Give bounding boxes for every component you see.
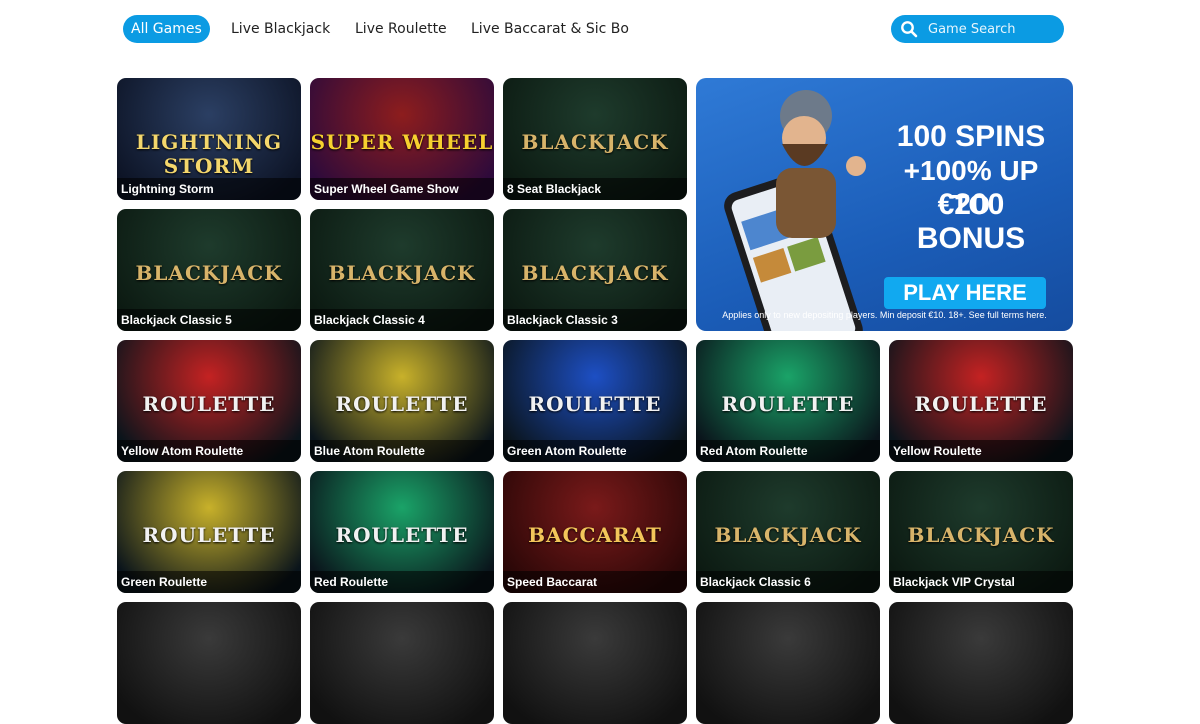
game-title: Blackjack VIP Crystal <box>889 571 1073 593</box>
promo-banner[interactable]: 100 SPINS +100% UP TO €200 BONUS PLAY HE… <box>696 78 1073 331</box>
promo-line-amount: €200 <box>937 188 1005 221</box>
game-tile[interactable] <box>503 602 687 724</box>
game-tile[interactable]: ROULETTE Blue Atom Roulette <box>310 340 494 462</box>
game-tile[interactable]: BLACKJACK Blackjack Classic 5 <box>117 209 301 331</box>
game-logo-text: ROULETTE <box>721 392 855 416</box>
game-logo-text: ROULETTE <box>142 523 276 547</box>
game-tile[interactable]: ROULETTE Green Atom Roulette <box>503 340 687 462</box>
game-logo-text: ROULETTE <box>914 392 1048 416</box>
game-tile[interactable]: LIGHTNING STORM Lightning Storm <box>117 78 301 200</box>
game-tile[interactable]: ROULETTE Green Roulette <box>117 471 301 593</box>
promo-line-spins: 100 SPINS <box>896 120 1046 153</box>
game-title: Super Wheel Game Show <box>310 178 494 200</box>
game-tile[interactable]: BLACKJACK Blackjack VIP Crystal <box>889 471 1073 593</box>
promo-terms[interactable]: Applies only to new depositing players. … <box>704 310 1065 320</box>
game-logo-text: BLACKJACK <box>521 261 669 285</box>
game-title: Blackjack Classic 3 <box>503 309 687 331</box>
game-title: Blue Atom Roulette <box>310 440 494 462</box>
game-thumbnail <box>696 602 880 724</box>
game-tile[interactable] <box>117 602 301 724</box>
game-tile[interactable]: ROULETTE Red Roulette <box>310 471 494 593</box>
game-tile[interactable]: BLACKJACK 8 Seat Blackjack <box>503 78 687 200</box>
promo-line-bonus: BONUS <box>916 222 1026 255</box>
game-logo-text: SUPER WHEEL <box>310 130 494 154</box>
game-logo-text: BLACKJACK <box>328 261 476 285</box>
game-title: Blackjack Classic 4 <box>310 309 494 331</box>
search-icon <box>901 21 918 38</box>
game-title: Lightning Storm <box>117 178 301 200</box>
game-tile[interactable]: ROULETTE Yellow Roulette <box>889 340 1073 462</box>
game-logo-text: BLACKJACK <box>521 130 669 154</box>
game-tile[interactable] <box>889 602 1073 724</box>
game-thumbnail <box>503 602 687 724</box>
game-logo-text: ROULETTE <box>335 523 469 547</box>
tab-live-baccarat-sic-bo[interactable]: Live Baccarat & Sic Bo <box>463 15 637 43</box>
game-logo-text: BACCARAT <box>528 523 662 547</box>
game-title: 8 Seat Blackjack <box>503 178 687 200</box>
game-logo-text: BLACKJACK <box>714 523 862 547</box>
play-here-button[interactable]: PLAY HERE <box>884 277 1046 309</box>
game-title: Yellow Atom Roulette <box>117 440 301 462</box>
game-thumbnail <box>889 602 1073 724</box>
game-tile[interactable]: ROULETTE Yellow Atom Roulette <box>117 340 301 462</box>
game-title: Green Roulette <box>117 571 301 593</box>
game-search-box[interactable] <box>891 15 1064 43</box>
tab-all-games[interactable]: All Games <box>123 15 210 43</box>
game-title: Red Atom Roulette <box>696 440 880 462</box>
game-logo-text: ROULETTE <box>528 392 662 416</box>
game-title: Blackjack Classic 6 <box>696 571 880 593</box>
game-tile[interactable]: BLACKJACK Blackjack Classic 3 <box>503 209 687 331</box>
game-tile[interactable]: BLACKJACK Blackjack Classic 4 <box>310 209 494 331</box>
game-thumbnail <box>310 602 494 724</box>
game-tile[interactable] <box>310 602 494 724</box>
tab-live-blackjack[interactable]: Live Blackjack <box>223 15 338 43</box>
game-logo-text: BLACKJACK <box>907 523 1055 547</box>
game-tile[interactable]: BACCARAT Speed Baccarat <box>503 471 687 593</box>
game-title: Yellow Roulette <box>889 440 1073 462</box>
game-thumbnail <box>117 602 301 724</box>
game-logo-text: ROULETTE <box>142 392 276 416</box>
game-title: Green Atom Roulette <box>503 440 687 462</box>
game-tile[interactable]: SUPER WHEEL Super Wheel Game Show <box>310 78 494 200</box>
game-title: Red Roulette <box>310 571 494 593</box>
game-logo-text: ROULETTE <box>335 392 469 416</box>
tab-live-roulette[interactable]: Live Roulette <box>347 15 455 43</box>
game-logo-text: LIGHTNING STORM <box>135 130 283 178</box>
game-category-nav: All Games Live Blackjack Live Roulette L… <box>0 0 1200 60</box>
game-tile[interactable] <box>696 602 880 724</box>
game-search-input[interactable] <box>928 21 1058 37</box>
game-title: Blackjack Classic 5 <box>117 309 301 331</box>
game-tile[interactable]: ROULETTE Red Atom Roulette <box>696 340 880 462</box>
game-logo-text: BLACKJACK <box>135 261 283 285</box>
game-tile[interactable]: BLACKJACK Blackjack Classic 6 <box>696 471 880 593</box>
game-title: Speed Baccarat <box>503 571 687 593</box>
